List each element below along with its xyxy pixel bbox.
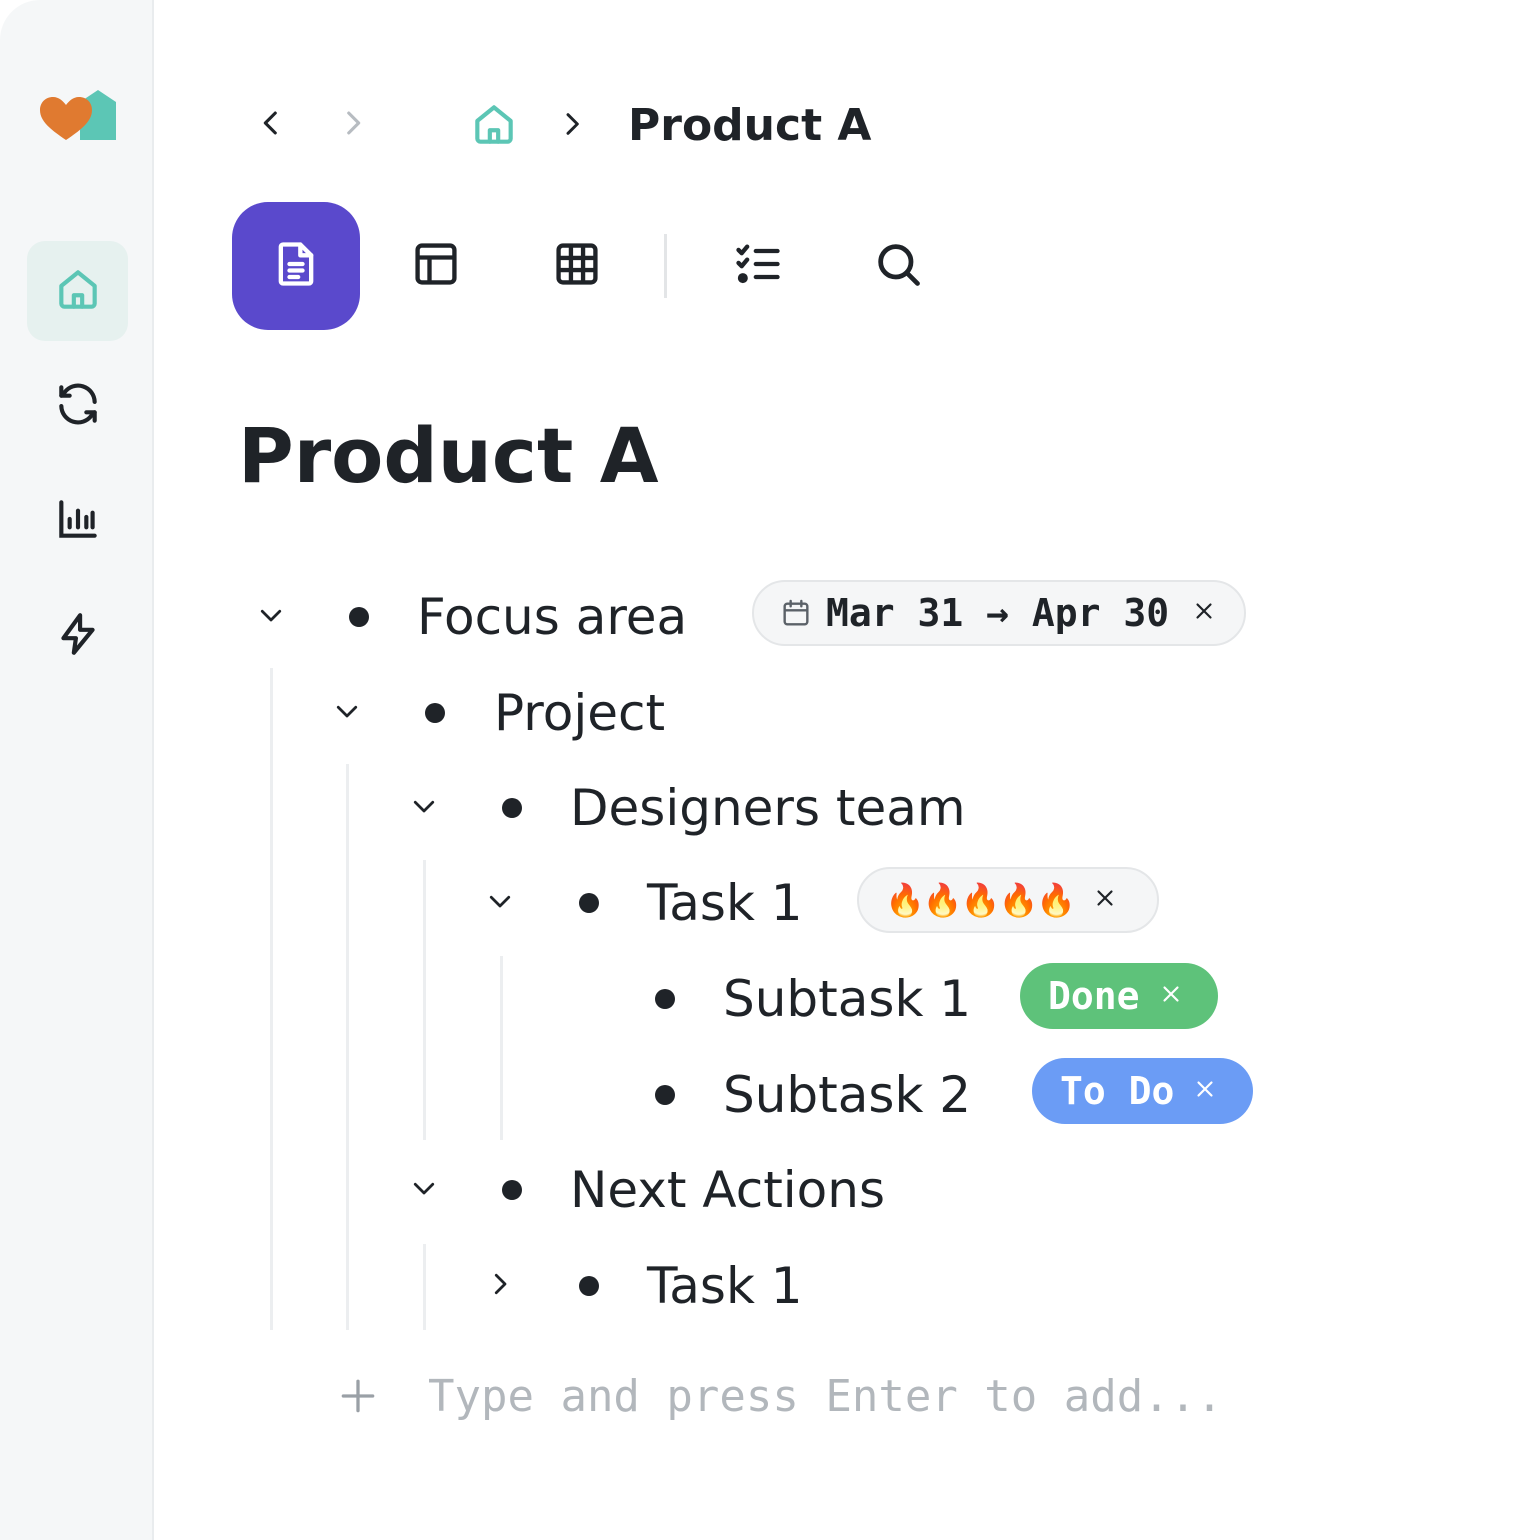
remove-chip-button[interactable]	[1088, 883, 1122, 917]
home-icon	[53, 264, 103, 318]
checklist-icon	[732, 238, 784, 294]
outline-item-label[interactable]: Next Actions	[570, 1158, 885, 1222]
status-badge[interactable]: Done	[1020, 963, 1218, 1029]
outline-item-label[interactable]: Subtask 1	[723, 967, 971, 1031]
add-item-row	[336, 1364, 1256, 1428]
page-title: Product A	[238, 411, 659, 500]
chevron-right-icon	[336, 106, 370, 144]
expand-toggle[interactable]	[480, 1266, 520, 1306]
breadcrumb-home[interactable]	[466, 98, 522, 154]
sidebar-item-home[interactable]	[27, 241, 128, 341]
status-badge[interactable]: To Do	[1032, 1058, 1253, 1124]
app-logo[interactable]	[38, 88, 118, 148]
bullet[interactable]	[579, 1276, 599, 1296]
calendar-icon	[780, 597, 812, 629]
lightning-icon	[53, 609, 103, 663]
toolbar-divider	[664, 234, 667, 298]
indent-guide	[423, 860, 426, 1140]
close-icon	[1158, 981, 1184, 1011]
search-button[interactable]	[834, 202, 962, 330]
collapse-toggle[interactable]	[327, 693, 367, 733]
sidebar-item-actions[interactable]	[27, 586, 128, 686]
remove-chip-button[interactable]	[1154, 979, 1188, 1013]
collapse-toggle[interactable]	[480, 883, 520, 923]
forward-button[interactable]	[330, 102, 376, 148]
collapse-toggle[interactable]	[404, 788, 444, 828]
outline-item-label[interactable]: Subtask 2	[723, 1063, 971, 1127]
status-text: To Do	[1060, 1069, 1175, 1113]
bullet[interactable]	[655, 989, 675, 1009]
indent-guide	[346, 764, 349, 1330]
collapse-toggle[interactable]	[404, 1170, 444, 1210]
chevron-left-icon	[254, 106, 288, 144]
document-view-button[interactable]	[232, 202, 360, 330]
grid-icon	[551, 238, 603, 294]
home-icon	[469, 99, 519, 153]
layout-icon	[410, 238, 462, 294]
bullet[interactable]	[579, 893, 599, 913]
breadcrumb-current[interactable]: Product A	[628, 98, 871, 154]
breadcrumb-separator	[552, 106, 592, 146]
bullet[interactable]	[349, 607, 369, 627]
outline-item-label[interactable]: Task 1	[647, 871, 803, 935]
back-button[interactable]	[248, 102, 294, 148]
date-range-chip[interactable]: Mar 31 → Apr 30	[752, 580, 1246, 646]
chevron-down-icon	[409, 791, 439, 825]
remove-chip-button[interactable]	[1188, 1074, 1222, 1108]
sidebar-item-stats[interactable]	[27, 471, 128, 571]
indent-guide	[500, 956, 503, 1140]
remove-chip-button[interactable]	[1187, 596, 1221, 630]
chevron-down-icon	[409, 1173, 439, 1207]
search-icon	[872, 238, 924, 294]
priority-flames: 🔥🔥🔥🔥🔥	[885, 881, 1076, 919]
chevron-down-icon	[256, 600, 286, 634]
document-icon	[270, 238, 322, 294]
close-icon	[1092, 885, 1118, 915]
add-item-input[interactable]	[428, 1364, 1248, 1428]
bullet[interactable]	[502, 798, 522, 818]
chevron-right-icon	[485, 1269, 515, 1303]
chevron-right-icon	[556, 108, 588, 144]
chevron-down-icon	[485, 886, 515, 920]
chevron-down-icon	[332, 696, 362, 730]
indent-guide	[423, 1244, 426, 1330]
status-text: Done	[1048, 974, 1140, 1018]
close-icon	[1192, 1076, 1218, 1106]
priority-chip[interactable]: 🔥🔥🔥🔥🔥	[857, 867, 1159, 933]
date-range-text: Mar 31 → Apr 30	[826, 591, 1170, 635]
sync-icon	[53, 379, 103, 433]
bullet[interactable]	[425, 703, 445, 723]
outline-item-label[interactable]: Focus area	[417, 585, 687, 649]
bullet[interactable]	[655, 1085, 675, 1105]
plus-icon[interactable]	[336, 1374, 380, 1418]
bar-chart-icon	[53, 494, 103, 548]
checklist-button[interactable]	[694, 202, 822, 330]
table-view-button[interactable]	[513, 202, 641, 330]
outline-item-label[interactable]: Task 1	[647, 1254, 803, 1318]
outline-item-label[interactable]: Project	[494, 681, 665, 745]
sidebar-item-sync[interactable]	[27, 356, 128, 456]
board-view-button[interactable]	[372, 202, 500, 330]
close-icon	[1191, 598, 1217, 628]
sidebar	[0, 0, 154, 1540]
bullet[interactable]	[502, 1180, 522, 1200]
collapse-toggle[interactable]	[251, 597, 291, 637]
outline-item-label[interactable]: Designers team	[570, 776, 966, 840]
indent-guide	[270, 668, 273, 1330]
